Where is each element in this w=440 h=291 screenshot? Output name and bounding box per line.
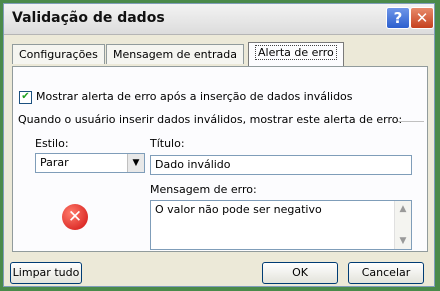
tab-label: Mensagem de entrada (113, 48, 237, 61)
cancel-button[interactable]: Cancelar (348, 262, 424, 284)
instruction-text: Quando o usuário inserir dados inválidos… (18, 113, 403, 126)
style-label: Estilo: (35, 137, 69, 150)
title-value: Dado inválido (155, 158, 231, 171)
error-stop-icon: ✕ (62, 204, 88, 230)
tab-mensagem-de-entrada[interactable]: Mensagem de entrada (106, 44, 244, 64)
tab-configuracoes[interactable]: Configurações (12, 44, 105, 64)
title-label: Título: (150, 137, 185, 150)
clear-all-button[interactable]: Limpar tudo (10, 262, 82, 284)
chevron-down-icon[interactable]: ▼ (127, 154, 144, 172)
tab-label: Configurações (19, 48, 98, 61)
data-validation-dialog: Validação de dados ? ✕ Configurações Men… (3, 3, 435, 287)
style-value: Parar (40, 156, 69, 169)
tab-alerta-de-erro[interactable]: Alerta de erro (248, 42, 344, 66)
scroll-down-icon[interactable]: ▼ (395, 233, 411, 249)
style-select[interactable]: Parar ▼ (35, 153, 145, 173)
message-textarea[interactable]: O valor não pode ser negativo ▲ ▼ (150, 200, 412, 250)
title-bar: Validação de dados ? ✕ (4, 4, 434, 35)
show-alert-checkbox[interactable]: ✔ (19, 91, 32, 104)
show-alert-label: Mostrar alerta de erro após a inserção d… (36, 90, 353, 103)
scroll-up-icon[interactable]: ▲ (395, 201, 411, 217)
help-button[interactable]: ? (386, 7, 410, 29)
close-button[interactable]: ✕ (410, 7, 434, 29)
message-scrollbar[interactable]: ▲ ▼ (394, 201, 411, 249)
tab-label: Alerta de erro (255, 45, 337, 60)
title-input[interactable]: Dado inválido (150, 155, 412, 175)
message-value: O valor não pode ser negativo (155, 203, 322, 216)
dialog-title: Validação de dados (12, 10, 165, 26)
ok-button[interactable]: OK (262, 262, 338, 284)
separator-line (398, 121, 424, 122)
message-label: Mensagem de erro: (150, 183, 257, 196)
